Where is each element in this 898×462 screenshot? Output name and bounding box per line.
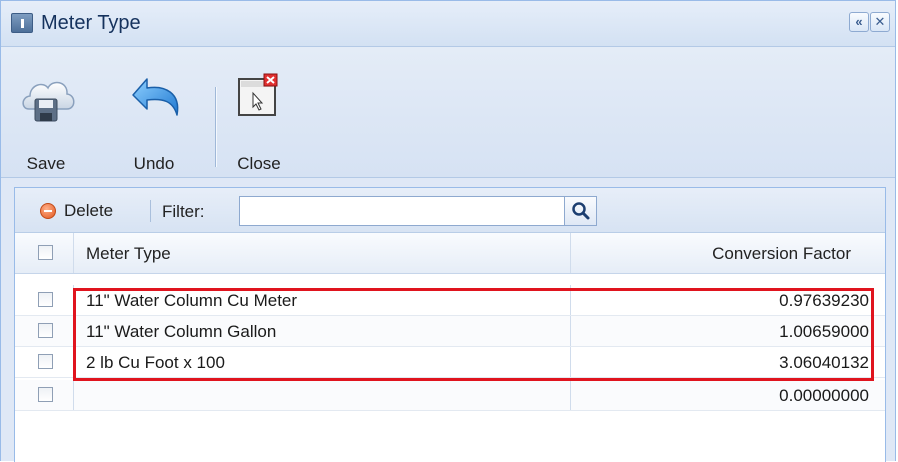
close-window-icon [238,73,278,116]
row-checkbox[interactable] [38,387,53,402]
column-divider [73,285,74,315]
close-icon: ✕ [874,14,886,29]
column-divider [570,233,571,273]
column-divider [570,347,571,377]
filter-label: Filter: [162,202,205,221]
table-row[interactable]: 0.00000000 [15,380,885,411]
column-divider [570,380,571,410]
cell-meter-type[interactable]: 2 lb Cu Foot x 100 [86,353,225,373]
delete-button[interactable]: Delete [64,201,113,221]
search-button[interactable] [565,196,597,226]
double-chevron-up-icon: « [855,14,863,29]
grid-toolbar: Delete Filter: [15,188,885,233]
save-label: Save [26,154,66,173]
cell-meter-type[interactable]: 11" Water Column Gallon [86,322,276,342]
delete-icon[interactable] [40,203,56,219]
table-row[interactable]: 2 lb Cu Foot x 100 3.06040132 [15,347,885,378]
cell-meter-type[interactable]: 11" Water Column Cu Meter [86,291,297,311]
main-toolbar: Save Undo Close [1,47,895,178]
search-icon [572,202,590,220]
filter-input[interactable] [239,196,565,226]
column-divider [73,380,74,410]
cell-conversion-factor[interactable]: 0.97639230 [779,291,869,311]
save-cloud-icon [22,81,75,122]
window-close-button[interactable]: ✕ [870,12,890,32]
close-label: Close [237,154,281,173]
meter-type-window: Meter Type « ✕ Save Undo Close Delete Fi… [0,0,896,462]
row-checkbox[interactable] [38,354,53,369]
column-divider [73,347,74,377]
window-title: Meter Type [41,12,141,34]
select-all-checkbox[interactable] [38,245,53,260]
cell-conversion-factor[interactable]: 3.06040132 [779,353,869,373]
column-divider [570,285,571,315]
info-window-icon [11,13,33,33]
window-title-bar[interactable]: Meter Type « ✕ [1,1,895,47]
meter-type-grid: Delete Filter: Meter Type Conversion Fac… [14,187,886,462]
cell-conversion-factor[interactable]: 1.00659000 [779,322,869,342]
row-checkbox[interactable] [38,323,53,338]
column-header-meter-type[interactable]: Meter Type [86,244,171,264]
collapse-button[interactable]: « [849,12,869,32]
column-divider [73,233,74,273]
undo-arrow-icon [132,78,179,116]
table-row[interactable]: 11" Water Column Cu Meter 0.97639230 [15,285,885,316]
table-row[interactable]: 11" Water Column Gallon 1.00659000 [15,316,885,347]
toolbar-separator [215,87,216,167]
undo-label: Undo [133,154,175,173]
close-button[interactable]: Close [231,57,287,177]
column-header-conversion-factor[interactable]: Conversion Factor [712,244,851,264]
cell-conversion-factor[interactable]: 0.00000000 [779,386,869,406]
column-divider [73,316,74,346]
grid-header: Meter Type Conversion Factor [15,233,885,274]
undo-button[interactable]: Undo [119,57,189,177]
grid-toolbar-separator [150,200,151,222]
row-checkbox[interactable] [38,292,53,307]
column-divider [570,316,571,346]
save-button[interactable]: Save [17,57,75,177]
